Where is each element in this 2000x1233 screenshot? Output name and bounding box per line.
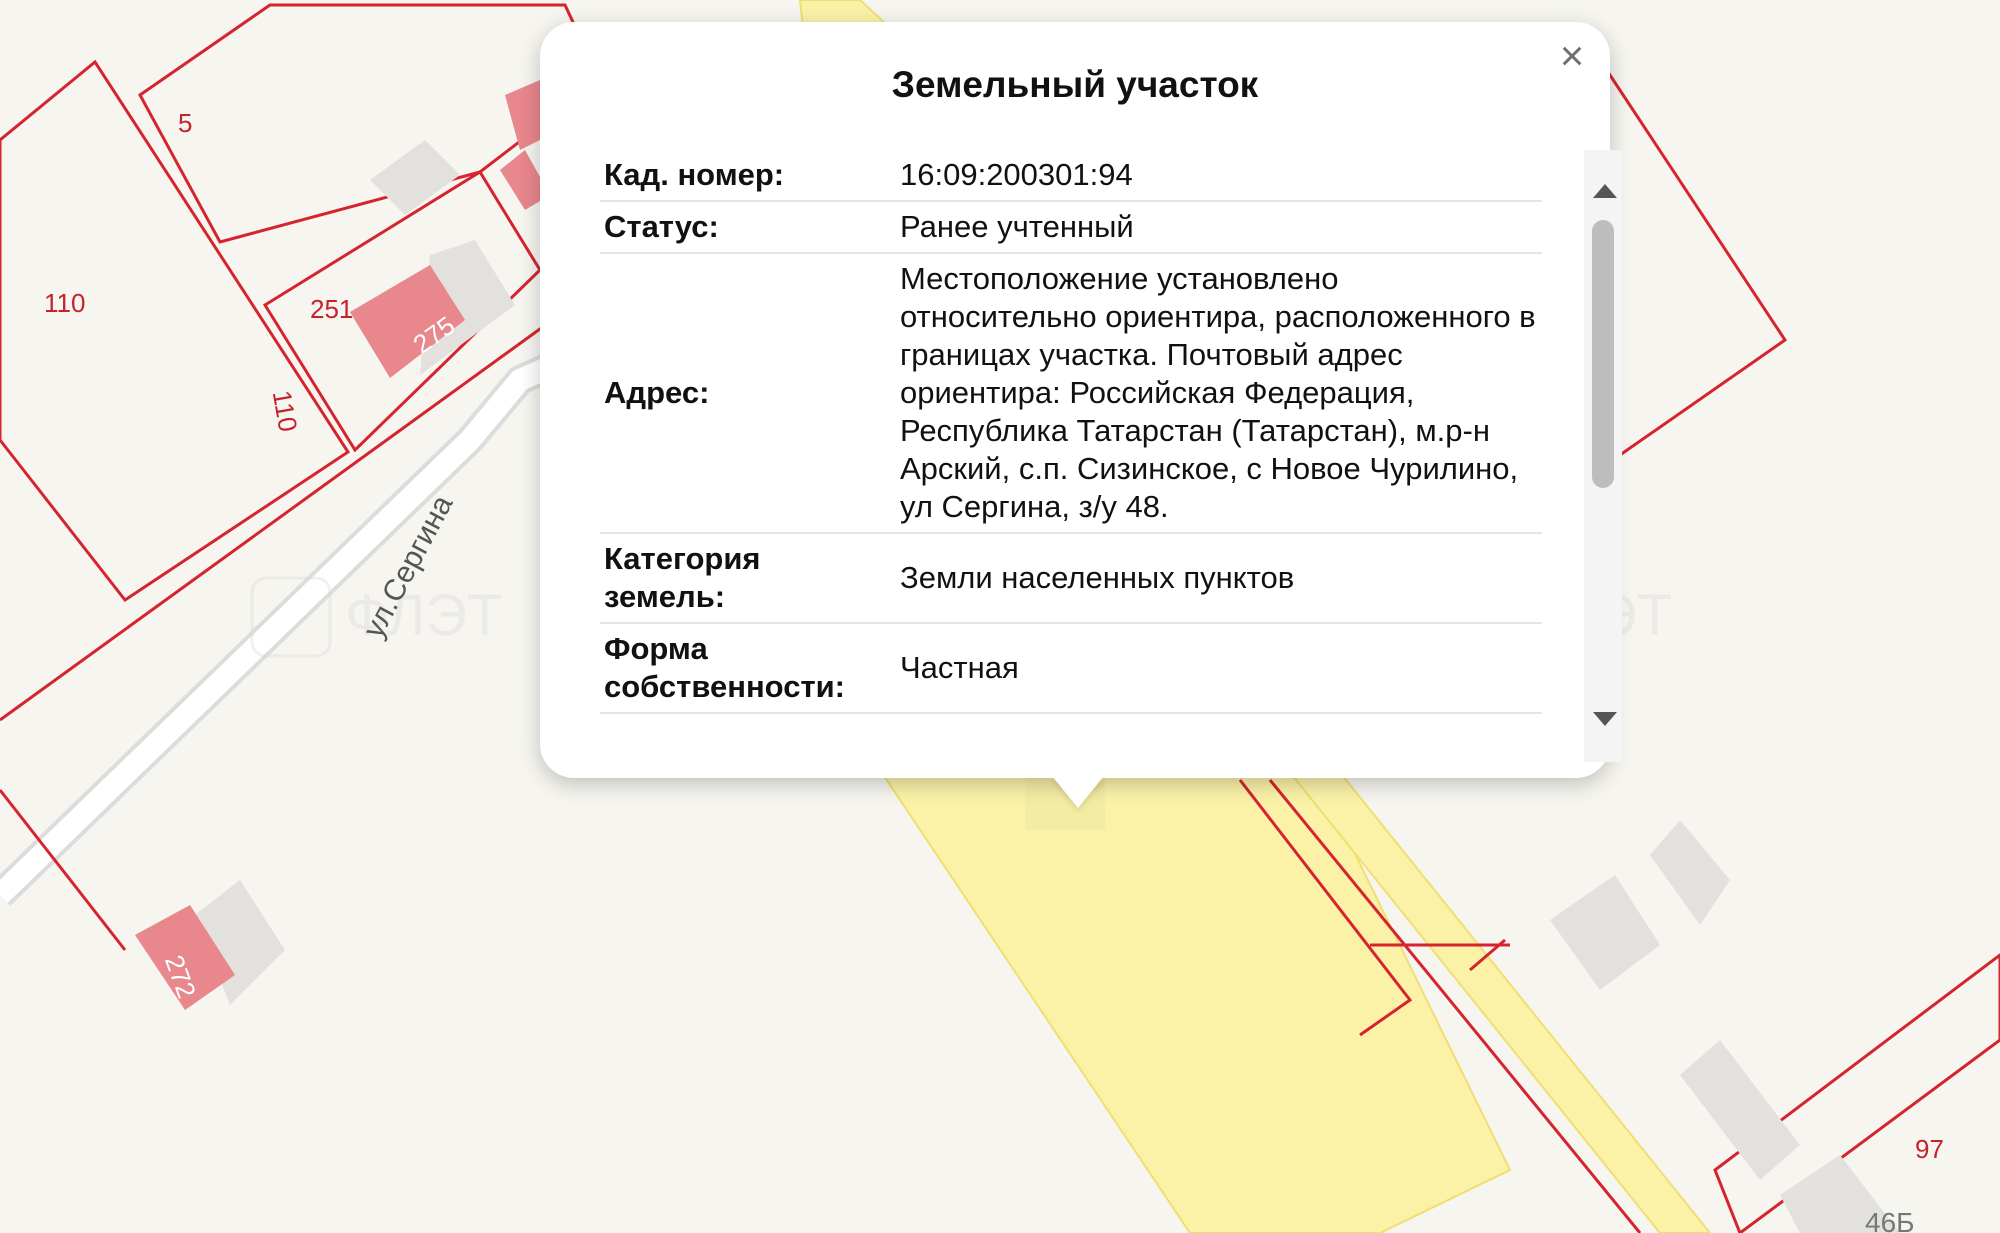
parcel-attributes-table[interactable]: Кад. номер: 16:09:200301:94 Статус: Ране…	[600, 150, 1542, 762]
cadastral-number-value: 16:09:200301:94	[890, 150, 1542, 202]
parcel-number-label: 251	[310, 294, 353, 324]
cadastral-number-label: Кад. номер:	[600, 150, 890, 202]
address-value: Местоположение установлено относительно …	[890, 254, 1542, 534]
scrollbar-thumb[interactable]	[1592, 220, 1614, 488]
scroll-down-arrow-icon[interactable]	[1593, 712, 1617, 726]
land-category-value: Земли населенных пунктов	[890, 534, 1542, 624]
parcel-number-label: 97	[1915, 1134, 1944, 1164]
ownership-form-value: Частная	[890, 624, 1542, 714]
parcel-info-popup: × Земельный участок Кад. номер: 16:09:20…	[540, 22, 1622, 778]
land-category-label: Категория земель:	[600, 534, 890, 624]
popup-pointer	[1052, 776, 1104, 808]
popup-scrollbar[interactable]	[1584, 150, 1622, 762]
status-value: Ранее учтенный	[890, 202, 1542, 254]
building-number-label: 46Б	[1865, 1207, 1915, 1233]
status-label: Статус:	[600, 202, 890, 254]
table-row: Форма собственности: Частная	[600, 624, 1542, 714]
table-row: Категория земель: Земли населенных пункт…	[600, 534, 1542, 624]
popup-title: Земельный участок	[891, 64, 1259, 105]
table-row: Кад. номер: 16:09:200301:94	[600, 150, 1542, 202]
scroll-up-arrow-icon[interactable]	[1593, 184, 1617, 198]
ownership-form-label: Форма собственности:	[600, 624, 890, 714]
parcel-number-label: 5	[178, 108, 192, 138]
parcel-number-label: 110	[44, 288, 85, 318]
table-row: Статус: Ранее учтенный	[600, 202, 1542, 254]
address-label: Адрес:	[600, 254, 890, 534]
table-row: Адрес: Местоположение установлено относи…	[600, 254, 1542, 534]
